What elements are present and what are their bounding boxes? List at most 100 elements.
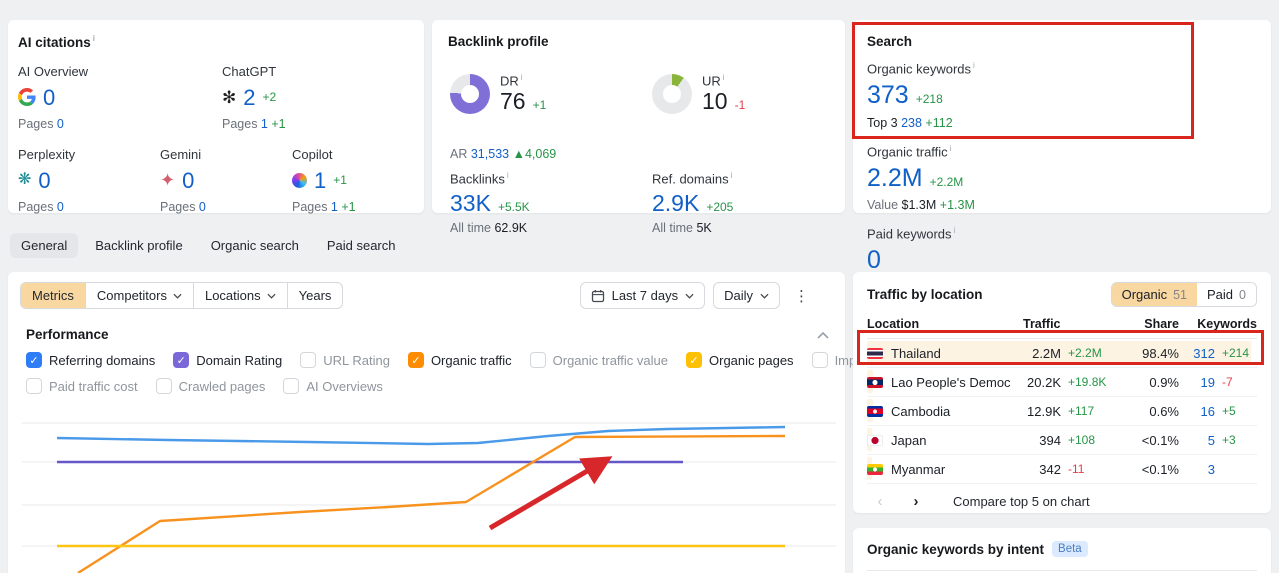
paid-keywords-value[interactable]: 0 <box>867 247 881 274</box>
previous-page-icon[interactable]: ‹ <box>867 493 893 510</box>
metric-checkbox-referring-domains[interactable]: Referring domains <box>26 352 155 368</box>
compare-top5-link[interactable]: Compare top 5 on chart <box>953 494 1090 509</box>
date-range-button[interactable]: Last 7 days <box>579 282 706 309</box>
keywords-value[interactable]: 312 <box>1179 346 1215 361</box>
tab-backlink-profile[interactable]: Backlink profile <box>84 233 193 258</box>
toggle-organic[interactable]: Organic 51 <box>1111 283 1198 306</box>
ai-citations-row-2: Perplexity ❋ 0 Pages 0 Gemini ✦ 0 Pages 0 Copilo… <box>18 147 408 214</box>
location-name[interactable]: Cambodia <box>891 404 950 419</box>
metric-checkbox-organic-traffic-value[interactable]: Organic traffic value <box>529 352 668 368</box>
filter-segment-metrics[interactable]: Metrics <box>21 283 85 308</box>
next-page-icon[interactable]: › <box>903 493 929 510</box>
ai-source-label: Perplexity <box>18 146 76 162</box>
filter-segmented-control: Metrics Competitors Locations Years <box>20 282 344 309</box>
metric-checkbox-url-rating[interactable]: URL Rating <box>300 352 390 368</box>
tab-paid-search[interactable]: Paid search <box>316 233 407 258</box>
metric-checkbox-ai-overviews[interactable]: AI Overviews <box>283 378 383 394</box>
ai-citation-value[interactable]: 0 <box>43 85 55 108</box>
location-name[interactable]: Myanmar <box>891 462 945 477</box>
traffic-column-header[interactable]: Traffic <box>1011 317 1123 331</box>
chart-toolbar: Metrics Competitors Locations Years Last … <box>20 282 833 309</box>
ai-citation-value[interactable]: 0 <box>38 168 50 191</box>
traffic-value: 2.2M <box>1032 345 1061 361</box>
metric-checkbox-crawled-pages[interactable]: Crawled pages <box>155 378 265 394</box>
tab-organic-search[interactable]: Organic search <box>200 233 310 258</box>
ai-citation-value[interactable]: 0 <box>182 168 194 191</box>
metric-checkbox-domain-rating[interactable]: Domain Rating <box>173 352 282 368</box>
backlinks-label: Backlinks <box>450 171 530 186</box>
granularity-button[interactable]: Daily <box>713 282 780 309</box>
ur-delta: -1 <box>734 98 746 113</box>
table-row-mm[interactable]: Myanmar 342 -11 <0.1% 3 <box>867 455 1257 484</box>
ref-domains-value[interactable]: 2.9K <box>652 191 699 215</box>
search-card: Search Organic keywords 373 +218 Top 3 2… <box>853 20 1271 377</box>
more-options-icon[interactable]: ⋮ <box>788 287 815 305</box>
ai-pages-value[interactable]: 0 <box>57 200 64 214</box>
traffic-delta: +2.2M <box>1068 345 1102 360</box>
organic-keywords-stat: Organic keywords 373 +218 Top 3 238 +112 <box>867 61 1071 130</box>
location-name[interactable]: Japan <box>891 433 926 448</box>
location-name[interactable]: Lao People's Democratic Reput <box>891 375 1011 390</box>
performance-line-chart[interactable] <box>8 395 845 573</box>
ahrefs-dashboard: AI citations AI Overview0Pages 0ChatGPT✻… <box>0 0 1279 573</box>
collapse-chevron-up-icon[interactable] <box>817 331 829 339</box>
traffic-by-location-card: Traffic by location Organic 51 Paid 0 Locat… <box>853 272 1271 513</box>
granularity-label: Daily <box>724 288 753 303</box>
chatgpt-icon: ✻ <box>222 87 237 107</box>
share-value: 0.9% <box>1149 374 1179 390</box>
tab-general[interactable]: General <box>10 233 79 258</box>
location-column-header[interactable]: Location <box>867 317 1011 331</box>
table-row-th[interactable]: Thailand 2.2M +2.2M 98.4% 312 +214 <box>867 339 1257 368</box>
location-name[interactable]: Thailand <box>891 346 941 361</box>
keywords-value[interactable]: 3 <box>1179 462 1215 477</box>
ai-pages-value[interactable]: 0 <box>57 117 64 131</box>
ai-citations-row-1: AI Overview 0 Pages 0 ChatGPT ✻ 2 +2 Pages 1 +1 <box>18 64 408 131</box>
ai-citation-value[interactable]: 1 <box>314 168 326 191</box>
ai-citation-delta: +2 <box>262 90 277 105</box>
share-column-header[interactable]: Share <box>1123 317 1179 331</box>
ai-citation-item-copilot: Copilot 1 +1 Pages 1 +1 <box>292 147 356 214</box>
keywords-value[interactable]: 5 <box>1179 433 1215 448</box>
organic-traffic-value[interactable]: 2.2M <box>867 165 923 192</box>
metric-checkbox-organic-traffic[interactable]: Organic traffic <box>407 352 512 368</box>
organic-keywords-value[interactable]: 373 <box>867 82 909 109</box>
cambodia-flag-icon <box>867 405 883 417</box>
keywords-value[interactable]: 19 <box>1179 375 1215 390</box>
ai-pages-row: Pages 0 <box>18 199 64 214</box>
table-row-kh[interactable]: Cambodia 12.9K +117 0.6% 16 +5 <box>867 397 1257 426</box>
ar-value[interactable]: 31,533 <box>471 147 509 161</box>
keywords-value[interactable]: 16 <box>1179 404 1215 419</box>
metric-checkbox-paid-traffic-cost[interactable]: Paid traffic cost <box>26 378 138 394</box>
beta-badge: Beta <box>1052 541 1088 557</box>
top3-value[interactable]: 238 <box>901 116 922 130</box>
ur-label: UR <box>702 73 745 88</box>
traffic-delta: +117 <box>1068 403 1095 418</box>
ai-pages-value[interactable]: 1 <box>331 200 338 214</box>
performance-card: Metrics Competitors Locations Years Last … <box>8 272 1007 573</box>
lao-people's-democratic-reput-flag-icon <box>867 376 883 388</box>
table-row-jp[interactable]: Japan 394 +108 <0.1% 5 +3 <box>867 426 1257 455</box>
filter-segment-locations[interactable]: Locations <box>192 283 287 308</box>
chevron-down-icon <box>685 293 694 299</box>
chevron-down-icon <box>267 293 276 299</box>
chevron-down-icon <box>173 293 182 299</box>
toggle-paid[interactable]: Paid 0 <box>1197 283 1256 306</box>
filter-segment-years[interactable]: Years <box>286 283 343 308</box>
ai-pages-value[interactable]: 0 <box>199 200 206 214</box>
table-row-la[interactable]: Lao People's Democratic Reput 20.2K +19.8K… <box>867 368 1257 397</box>
ai-pages-value[interactable]: 1 <box>261 117 268 131</box>
japan-flag-icon <box>867 434 883 446</box>
metric-checkbox-organic-pages[interactable]: Organic pages <box>686 352 794 368</box>
filter-segment-competitors[interactable]: Competitors <box>84 283 193 308</box>
location-table-body: Thailand 2.2M +2.2M 98.4% 312 +214 Lao People'… <box>867 339 1257 484</box>
ai-citation-value[interactable]: 2 <box>243 85 255 108</box>
value-delta: +1.3M <box>939 198 975 213</box>
ai-pages-row: Pages 0 <box>18 116 64 131</box>
ref-domains-delta: +205 <box>706 200 734 215</box>
traffic-delta: +19.8K <box>1068 374 1107 389</box>
dr-value: 76 <box>500 88 526 115</box>
ar-row: AR 31,533 ▲4,069 <box>450 147 556 161</box>
backlinks-value[interactable]: 33K <box>450 191 491 215</box>
keywords-column-header[interactable]: Keywords <box>1179 317 1257 331</box>
ai-citations-card: AI citations AI Overview0Pages 0ChatGPT✻… <box>8 20 424 214</box>
